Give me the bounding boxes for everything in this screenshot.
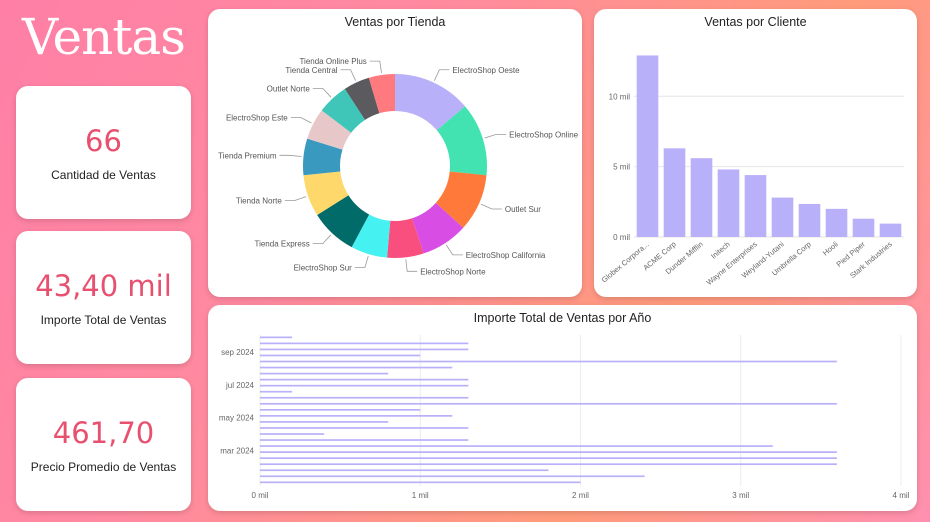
x-tick-label: 0 mil [252, 491, 269, 500]
horizontal-bar-chart: 0 mil 1 mil 2 mil 3 mil 4 mil sep 2024 jul 202… [219, 335, 910, 500]
slice-label: ElectroShop Este [226, 113, 288, 122]
bar[interactable] [260, 433, 325, 435]
slice-leader-line [279, 154, 302, 157]
x-tick-label: Hooli [821, 239, 840, 257]
kpi-label: Cantidad de Ventas [51, 167, 156, 182]
x-tick-label: 3 mil [732, 491, 749, 500]
bar[interactable] [852, 218, 875, 237]
y-tick-label: mar 2024 [220, 446, 254, 455]
slice-label: ElectroShop California [466, 251, 546, 260]
y-tick-label: jul 2024 [225, 381, 255, 390]
donut-chart: ElectroShop Oeste ElectroShop Online Outle… [218, 57, 579, 276]
kpi-card-cantidad[interactable]: 66 Cantidad de Ventas [16, 86, 191, 219]
slice-leader-line [290, 117, 312, 124]
slice-label: Tienda Norte [236, 196, 283, 205]
slice-leader-line [434, 69, 450, 81]
slice-label: Tienda Central [285, 66, 337, 75]
kpi-label: Precio Promedio de Ventas [30, 459, 177, 474]
kpi-card-importe[interactable]: 43,40 mil Importe Total de Ventas [16, 231, 191, 364]
slice-leader-line [354, 256, 369, 269]
bar[interactable] [260, 402, 837, 405]
y-tick-label: sep 2024 [221, 348, 254, 357]
x-tick-label: Globex Corpora... [600, 240, 651, 285]
slice-leader-line [484, 134, 507, 139]
bar[interactable] [636, 55, 659, 237]
slice-label: ElectroShop Oeste [452, 66, 520, 75]
bar[interactable] [260, 451, 837, 453]
y-tick-label: may 2024 [219, 414, 255, 423]
bar[interactable] [260, 445, 773, 447]
column-chart: 0 mil5 mil10 milGlobex Corpora...ACME Co… [600, 55, 904, 287]
bar[interactable] [717, 169, 740, 237]
slice-label: ElectroShop Sur [294, 264, 353, 273]
slice-label: ElectroShop Online [509, 130, 578, 139]
bar[interactable] [260, 415, 453, 417]
slice-label: ElectroShop Norte [420, 267, 486, 276]
bar[interactable] [260, 463, 837, 466]
slice-leader-line [405, 259, 418, 272]
page-title: Ventas [22, 8, 186, 66]
kpi-value: 461,70 [52, 415, 155, 450]
bar[interactable] [260, 439, 469, 441]
slice-label: Outlet Sur [505, 205, 541, 214]
bar[interactable] [260, 390, 293, 393]
slice-leader-line [480, 203, 502, 210]
bar[interactable] [260, 372, 389, 375]
bar[interactable] [260, 360, 837, 363]
bar[interactable] [260, 421, 389, 423]
bar[interactable] [260, 336, 293, 339]
slice-leader-line [340, 69, 356, 81]
bar[interactable] [260, 384, 469, 387]
bar[interactable] [260, 396, 469, 399]
slice-leader-line [284, 196, 307, 201]
x-tick-label: 4 mil [893, 491, 910, 500]
y-tick-label: 10 mil [609, 92, 631, 101]
kpi-label: Importe Total de Ventas [40, 312, 167, 327]
donut-chart-card[interactable]: Ventas por Tienda ElectroShop Oeste Elect… [208, 9, 582, 297]
bar-chart-card[interactable]: Ventas por Cliente 0 mil 5 mil 10 mil Globe… [594, 9, 917, 297]
bar[interactable] [260, 378, 469, 381]
bar[interactable] [260, 469, 549, 472]
bar[interactable] [690, 158, 713, 237]
bar[interactable] [260, 457, 837, 460]
bar[interactable] [260, 408, 421, 411]
kpi-value: 66 [85, 123, 122, 158]
slice-label: Tienda Express [254, 240, 309, 249]
x-tick-label: Initech [709, 240, 732, 261]
slice-leader-line [445, 244, 463, 256]
bar[interactable] [260, 348, 469, 351]
kpi-card-precio[interactable]: 461,70 Precio Promedio de Ventas [16, 378, 191, 511]
bar[interactable] [663, 148, 686, 237]
x-tick-label: 2 mil [572, 491, 589, 500]
slice-label: Outlet Norte [267, 84, 311, 93]
kpi-value: 43,40 mil [35, 268, 172, 303]
bar[interactable] [260, 354, 421, 357]
slice-leader-line [312, 234, 332, 245]
y-tick-label: 0 mil [613, 233, 630, 242]
bar[interactable] [744, 175, 767, 237]
bar[interactable] [260, 475, 645, 478]
bar[interactable] [260, 481, 581, 484]
x-tick-label: 1 mil [412, 491, 429, 500]
bar[interactable] [825, 208, 848, 237]
bar[interactable] [798, 203, 821, 237]
bar[interactable] [771, 197, 794, 237]
bar[interactable] [260, 342, 469, 345]
bar[interactable] [260, 427, 469, 429]
bar[interactable] [260, 366, 453, 369]
y-tick-label: 5 mil [613, 163, 630, 172]
bar[interactable] [879, 223, 902, 237]
year-chart-card[interactable]: Importe Total de Ventas por Año 0 mil 1 m… [208, 305, 917, 511]
slice-leader-line [369, 60, 382, 74]
slice-label: Tienda Premium [218, 151, 277, 160]
slice-leader-line [312, 87, 332, 98]
slice-label: Tienda Online Plus [299, 57, 366, 66]
